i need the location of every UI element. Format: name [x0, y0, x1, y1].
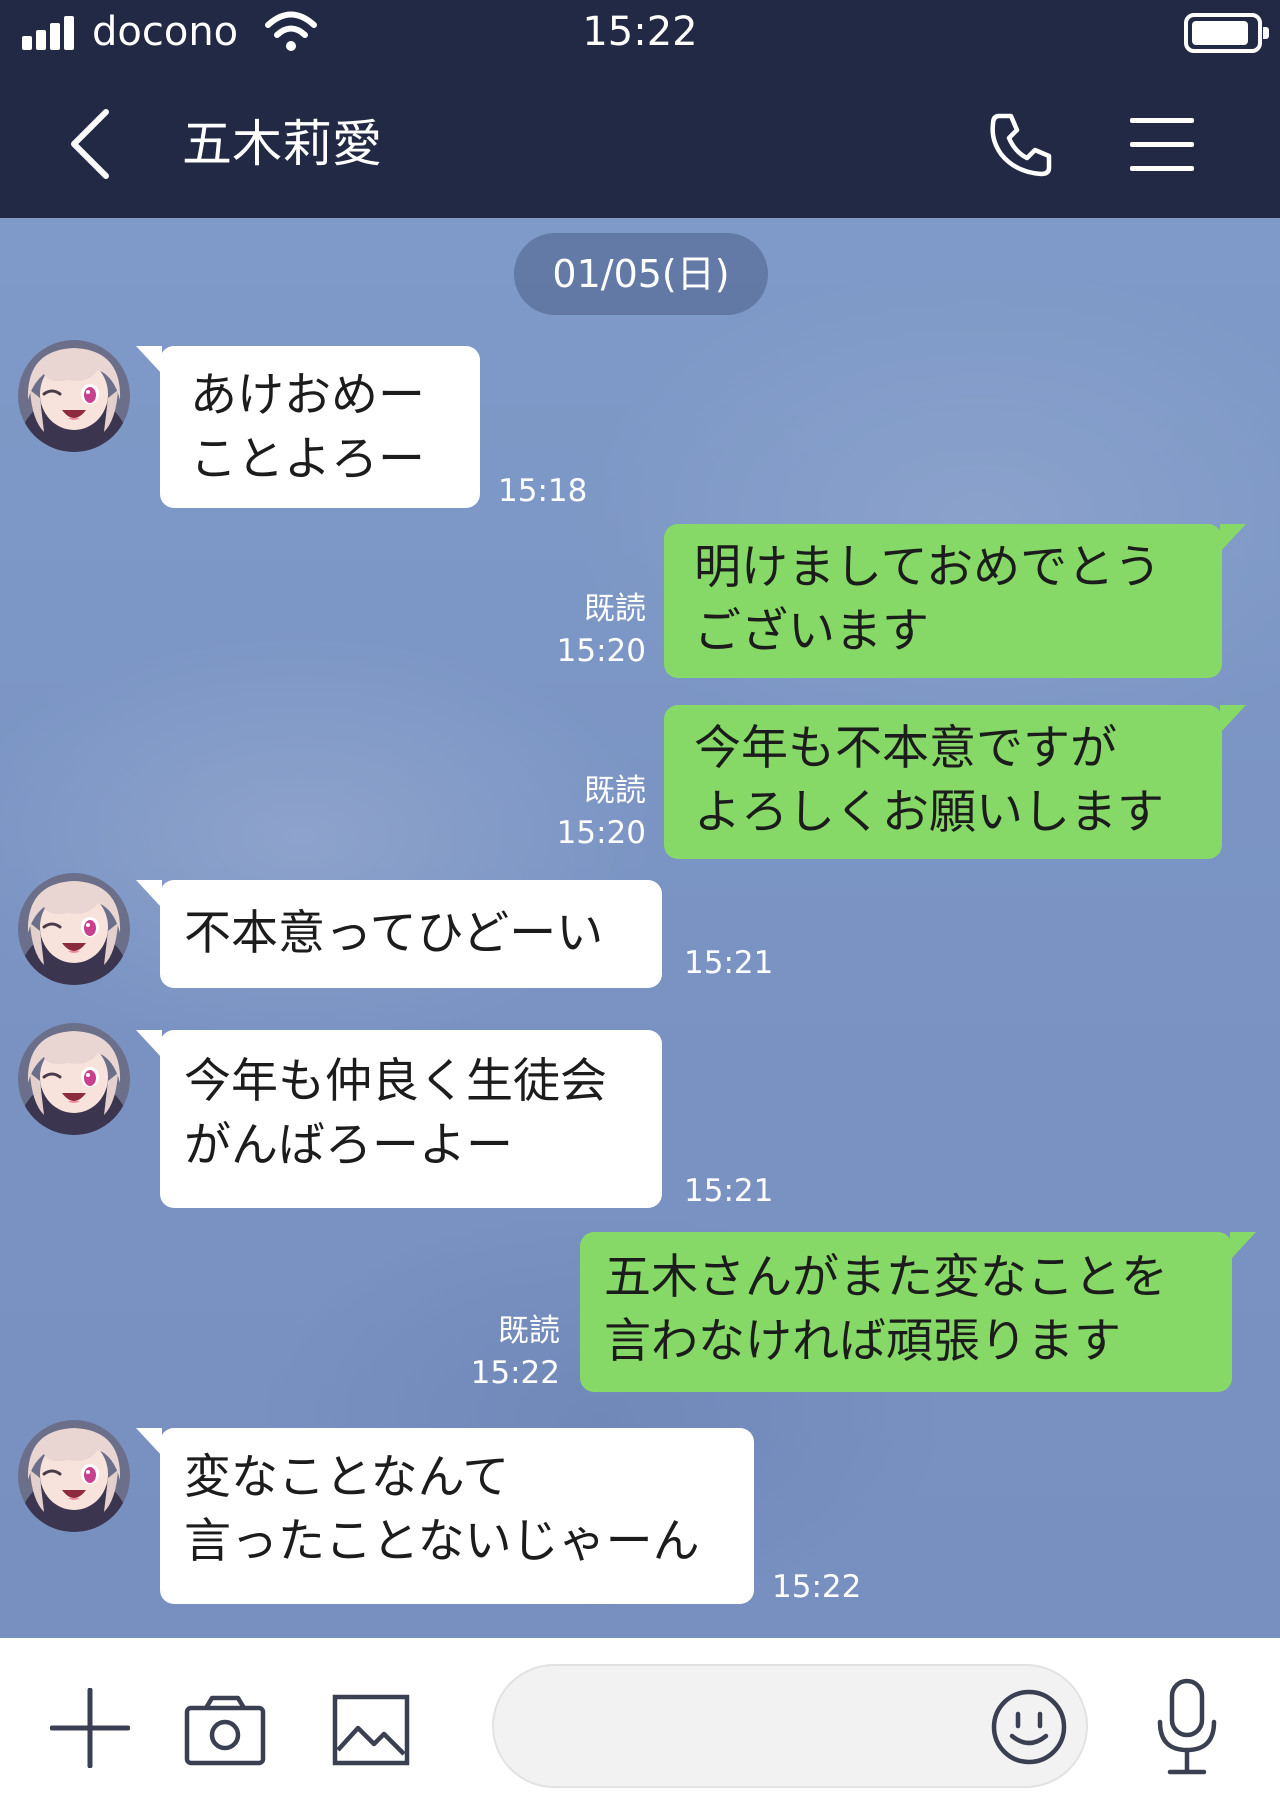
- message-bubble-incoming[interactable]: 不本意ってひどーい: [136, 880, 662, 988]
- avatar-image: [18, 340, 130, 452]
- signal-strength-icon: [22, 14, 78, 50]
- microphone-icon[interactable]: [1154, 1678, 1220, 1778]
- read-status: 既読: [584, 773, 646, 809]
- message-text: 今年も不本意ですが: [694, 721, 1117, 776]
- wifi-icon: [265, 11, 317, 51]
- read-status: 既読: [584, 591, 646, 627]
- carrier-name: docono: [92, 9, 239, 55]
- date-separator: 01/05(日): [514, 233, 768, 315]
- message-bubble-outgoing[interactable]: 明けましておめでとう ございます: [664, 524, 1246, 678]
- chat-title[interactable]: 五木莉愛: [182, 114, 382, 174]
- message-text: ことよろー: [190, 432, 425, 487]
- message-time: 15:20: [556, 633, 646, 669]
- status-time: 15:22: [582, 9, 698, 55]
- message-time: 15:22: [470, 1355, 560, 1391]
- phone-icon[interactable]: [985, 108, 1057, 180]
- avatar-image: [18, 1420, 130, 1532]
- avatar-image: [18, 1023, 130, 1135]
- message-time: 15:22: [772, 1569, 862, 1605]
- message-text: 不本意ってひどーい: [184, 906, 604, 961]
- avatar[interactable]: [18, 1023, 130, 1135]
- message-bubble-incoming[interactable]: 今年も仲良く生徒会 がんばろーよー: [136, 1030, 662, 1208]
- camera-icon[interactable]: [184, 1694, 266, 1766]
- chat-header: 五木莉愛: [0, 70, 1280, 218]
- read-status: 既読: [498, 1313, 560, 1349]
- message-bubble-incoming[interactable]: あけおめー ことよろー: [136, 346, 480, 508]
- chat-area[interactable]: 01/05(日) あけおめー ことよろー 15:18 明けましておめでとう ござ…: [0, 218, 1280, 1638]
- message-time: 15:21: [684, 945, 774, 981]
- message-text: がんばろーよー: [184, 1118, 513, 1173]
- avatar-image: [18, 873, 130, 985]
- message-bubble-outgoing[interactable]: 五木さんがまた変なことを 言わなければ頑張ります: [580, 1232, 1256, 1392]
- message-text: 言ったことないじゃーん: [184, 1514, 700, 1569]
- status-bar: docono 15:22: [0, 0, 1280, 70]
- message-text: 変なことなんて: [184, 1450, 510, 1505]
- message-text: 今年も仲良く生徒会: [184, 1054, 607, 1109]
- menu-icon[interactable]: [1130, 114, 1194, 174]
- input-bar: [0, 1638, 1280, 1813]
- message-time: 15:18: [498, 473, 588, 509]
- message-bubble-outgoing[interactable]: 今年も不本意ですが よろしくお願いします: [664, 705, 1246, 859]
- message-bubble-incoming[interactable]: 変なことなんて 言ったことないじゃーん: [136, 1428, 754, 1604]
- message-time: 15:21: [684, 1173, 774, 1209]
- plus-icon[interactable]: [50, 1688, 130, 1768]
- avatar[interactable]: [18, 873, 130, 985]
- image-icon[interactable]: [332, 1694, 410, 1766]
- emoji-icon[interactable]: [990, 1688, 1068, 1766]
- message-text: ございます: [694, 604, 929, 659]
- back-chevron-icon[interactable]: [62, 106, 122, 182]
- message-text: 明けましておめでとう: [694, 540, 1162, 595]
- message-time: 15:20: [556, 815, 646, 851]
- battery-icon: [1184, 13, 1269, 53]
- message-text: よろしくお願いします: [694, 785, 1164, 840]
- battery-level: [1192, 21, 1248, 45]
- message-text: 五木さんがまた変なことを: [604, 1250, 1168, 1305]
- avatar[interactable]: [18, 1420, 130, 1532]
- avatar[interactable]: [18, 340, 130, 452]
- message-text: 言わなければ頑張ります: [604, 1314, 1121, 1369]
- message-text: あけおめー: [190, 368, 425, 423]
